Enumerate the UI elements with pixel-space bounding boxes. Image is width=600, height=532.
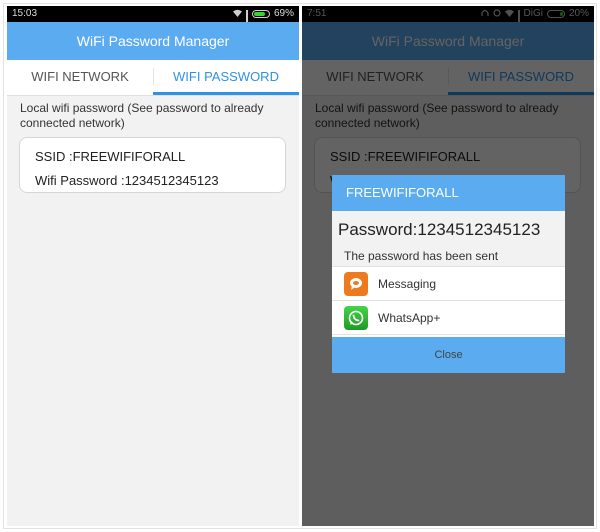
phone-screen-main: 15:03 69% WiFi Password Manager WIFI NET… xyxy=(7,6,299,526)
dialog-password: Password:1234512345123 xyxy=(332,211,565,247)
status-time: 15:03 xyxy=(12,8,38,19)
share-option-messaging[interactable]: Messaging xyxy=(332,267,565,301)
share-option-label: WhatsApp+ xyxy=(378,310,441,325)
battery-icon xyxy=(251,10,270,18)
divider xyxy=(7,95,299,96)
battery-percent: 69% xyxy=(273,8,294,19)
messaging-icon xyxy=(344,271,368,296)
app-title: WiFi Password Manager xyxy=(7,22,299,60)
battery-fill xyxy=(253,12,266,16)
signal-icon xyxy=(246,10,248,30)
share-password-dialog: FREEWIFIFORALL Password:1234512345123 Th… xyxy=(332,175,565,373)
tab-wifi-password[interactable]: WIFI PASSWORD xyxy=(153,60,299,95)
wifi-icon xyxy=(233,6,243,22)
status-bar: 15:03 69% xyxy=(7,6,299,30)
close-button[interactable]: Close xyxy=(332,337,565,373)
share-option-whatsapp[interactable]: WhatsApp+ xyxy=(332,301,565,335)
ssid-text: SSID :FREEWIFIFORALL xyxy=(35,149,186,164)
wifi-password-text: Wifi Password :1234512345123 xyxy=(35,173,219,188)
phone-screen-dialog: 7:51 DiGi 20% WiFi Password Manager WIFI… xyxy=(302,6,594,526)
network-card[interactable]: SSID :FREEWIFIFORALL Wifi Password :1234… xyxy=(19,137,286,193)
whatsapp-icon xyxy=(344,305,368,330)
dialog-sent-message: The password has been sent xyxy=(332,247,565,267)
dialog-title: FREEWIFIFORALL xyxy=(332,175,565,211)
share-option-label: Messaging xyxy=(378,276,437,291)
tab-bar: WIFI NETWORK WIFI PASSWORD xyxy=(7,60,299,95)
section-description: Local wifi password (See password to alr… xyxy=(20,101,264,130)
tab-wifi-network[interactable]: WIFI NETWORK xyxy=(7,60,153,95)
